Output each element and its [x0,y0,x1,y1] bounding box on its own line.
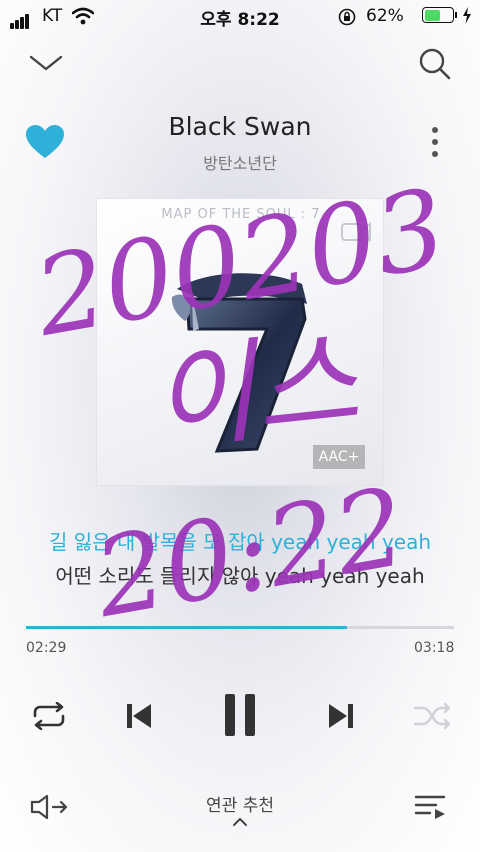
playlist-icon [414,795,446,819]
chevron-down-icon [29,55,63,71]
progress-bar[interactable] [26,626,454,629]
repeat-icon [33,702,65,730]
track-title: Black Swan [168,112,312,141]
album-cover[interactable]: MAP OF THE SOUL : 7 AAC+ [96,198,384,486]
more-options-button[interactable] [420,122,450,162]
heart-icon [26,125,64,158]
pause-button[interactable] [214,688,266,742]
status-bar: KT 오후 8:22 62% [0,0,480,34]
quality-badge: AAC+ [313,445,365,469]
next-button[interactable] [318,694,364,738]
shuffle-icon [413,702,451,730]
repeat-button[interactable] [24,696,74,736]
total-time: 03:18 [414,640,455,656]
battery-icon [422,7,454,23]
album-cover-title: MAP OF THE SOUL : 7 [161,207,321,222]
pause-icon [225,694,255,736]
status-time: 오후 8:22 [200,10,280,30]
related-expand-button[interactable] [226,812,254,832]
lyric-next-line[interactable]: 어떤 소리도 들리지 않아 yeah yeah yeah [0,560,480,589]
video-camera-icon[interactable] [341,221,371,243]
chevron-up-icon [233,818,247,826]
more-vertical-icon [432,127,438,157]
artist-name[interactable]: 방탄소년단 [90,150,390,174]
search-button[interactable] [412,44,458,84]
favorite-button[interactable] [22,120,68,164]
elapsed-time: 02:29 [26,640,67,656]
lyric-current-line[interactable]: 길 잃은 내 발목을 또 잡아 yeah yeah yeah [0,526,480,555]
progress-fill [26,626,347,629]
previous-button[interactable] [116,694,162,738]
battery-percent: 62% [366,6,404,26]
playlist-button[interactable] [408,788,454,826]
collapse-button[interactable] [24,46,68,80]
search-icon [419,48,451,80]
battery-cap [455,12,457,18]
skip-previous-icon [127,704,151,728]
skip-next-icon [329,704,353,728]
shuffle-button[interactable] [408,696,458,736]
rotation-lock-icon [338,8,356,26]
album-art-seven-graphic [171,273,307,453]
charging-icon [463,7,471,24]
